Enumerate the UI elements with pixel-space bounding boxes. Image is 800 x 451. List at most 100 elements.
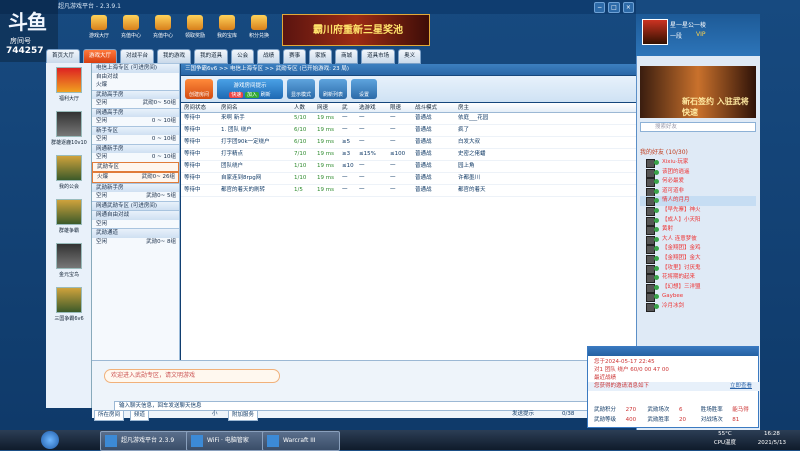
top-icon-3[interactable]: 领取奖励 xyxy=(180,14,210,44)
table-row[interactable]: 等待中 自家连到8rpg网 1/10 19 ms 一 一 一 普通战 许都墨川 xyxy=(181,173,636,185)
tab-10[interactable]: 道具市场 xyxy=(361,49,396,64)
create-room-button[interactable]: 创建房间 xyxy=(185,79,213,99)
refresh-list-button[interactable]: 刷新列表 xyxy=(319,79,347,99)
tree-node[interactable]: 武勋新手房 xyxy=(92,182,179,192)
left-app-5[interactable]: 三国争霸6v6 xyxy=(46,287,92,327)
tree-node[interactable]: 空闲 武勋0~ 50组 xyxy=(92,99,179,108)
tree-node[interactable]: 武勋高手房 xyxy=(92,89,179,99)
tree-node[interactable]: 网通武勋专区 (可进房间) xyxy=(92,200,179,210)
friend-search-input[interactable]: 搜索好友 xyxy=(640,122,756,132)
taskbar-item[interactable]: Warcraft III xyxy=(262,431,340,451)
table-row[interactable]: 等待中 都官的着天的刷转 1/5 19 ms 一 一 一 普通战 都官的着天 xyxy=(181,185,636,197)
tree-node[interactable]: 空闲 0 ~ 10组 xyxy=(92,153,179,162)
column-header[interactable]: 武 xyxy=(339,103,356,112)
tree-node[interactable]: 空闲 xyxy=(92,220,179,229)
start-button[interactable] xyxy=(41,431,59,449)
top-banner[interactable]: 霸川府重新三星奖池 xyxy=(282,14,430,46)
top-icon-1[interactable]: 充值中心 xyxy=(116,14,146,44)
left-app-0[interactable]: 福利大厅 xyxy=(46,67,92,107)
channel-select[interactable]: 频道 xyxy=(130,410,150,421)
friend-item[interactable]: 【金翔团】金鸡 xyxy=(640,244,756,255)
friend-item[interactable]: 【金翔团】金大 xyxy=(640,254,756,264)
font-size-select[interactable]: 小 xyxy=(212,410,218,419)
table-row[interactable]: 等待中 来啊 新手 5/10 19 ms 一 一 一 普通战 依庭___花园 xyxy=(181,113,636,125)
friend-item[interactable]: 冷月冰剑 xyxy=(640,302,756,312)
table-row[interactable]: 等待中 打字精点 7/10 19 ms ≥3 ≤15% ≤100 普通战 史密之佬蟠 xyxy=(181,149,636,161)
tab-1[interactable]: 游戏大厅 xyxy=(83,49,118,64)
send-hint-checkbox[interactable]: 发送提示 xyxy=(512,410,534,419)
column-header[interactable]: 房间名 xyxy=(218,103,291,112)
settings-button[interactable]: 设置 xyxy=(351,79,377,99)
top-icon-2[interactable]: 充值中心 xyxy=(148,14,178,44)
column-header[interactable]: 网速 xyxy=(314,103,339,112)
close-icon[interactable]: × xyxy=(622,2,634,13)
scope-select[interactable]: 所在房间 xyxy=(94,410,125,421)
friend-item[interactable]: 花将期的起来 xyxy=(640,273,756,284)
tree-node[interactable]: 网通自由对战 xyxy=(92,210,179,220)
tree-node[interactable]: 自由对战 xyxy=(92,73,179,82)
friend-item[interactable]: 大人 连意梦彼 xyxy=(640,235,756,245)
minimize-icon[interactable]: − xyxy=(594,2,606,13)
column-header[interactable]: 选游戏 xyxy=(356,103,387,112)
friend-item[interactable]: 道可道非 xyxy=(640,187,756,197)
top-icon-5[interactable]: 积分兑换 xyxy=(244,14,274,44)
tree-node[interactable]: 空闲 0 ~ 10组 xyxy=(92,135,179,144)
friend-item[interactable]: Xixiu·玩家 xyxy=(640,158,756,168)
tree-node[interactable]: 电信上海专区 (可进房间) xyxy=(92,63,179,73)
tree-node[interactable]: 空闲 武勋0~ 5组 xyxy=(92,192,179,201)
friend-item[interactable]: 情人的月月 xyxy=(640,196,756,207)
tab-0[interactable]: 首页大厅 xyxy=(46,49,81,64)
tab-9[interactable]: 商城 xyxy=(335,49,359,64)
tree-node[interactable]: 空闲 0 ~ 10组 xyxy=(92,117,179,126)
table-row[interactable]: 等待中 团队绕户 1/10 19 ms ≤10 一 一 普通战 园上角 xyxy=(181,161,636,173)
friend-name: 【成人】小天阳 xyxy=(662,216,701,223)
table-cell: 19 ms xyxy=(317,187,334,193)
tab-5[interactable]: 公会 xyxy=(231,49,255,64)
column-header[interactable]: 房主 xyxy=(455,103,518,112)
tab-7[interactable]: 赛事 xyxy=(283,49,307,64)
tree-node[interactable]: 新手专区 xyxy=(92,125,179,135)
friends-header[interactable]: 我的好友 (10/30) xyxy=(640,148,756,157)
popup-stat-cell: 6 xyxy=(678,407,683,413)
left-app-3[interactable]: 群雄争霸 xyxy=(46,199,92,239)
friend-item[interactable]: 【成人】小天阳 xyxy=(640,216,756,226)
tab-4[interactable]: 我的道具 xyxy=(194,49,229,64)
tree-node[interactable]: 空闲 武勋0~ 8组 xyxy=(92,238,179,247)
top-icon-4[interactable]: 我的宝库 xyxy=(212,14,242,44)
quick-join-button[interactable]: 游戏房间提示 快速 加入 刷新 xyxy=(217,79,283,99)
friend-item[interactable]: 【攻里】讨厌鬼 xyxy=(640,264,756,274)
tab-3[interactable]: 我的游戏 xyxy=(157,49,192,64)
column-header[interactable]: 限速 xyxy=(387,103,412,112)
tab-6[interactable]: 战绩 xyxy=(257,49,281,64)
table-row[interactable]: 等待中 1. 团队 绕户 6/10 19 ms 一 一 一 普通战 疯了 xyxy=(181,125,636,137)
left-app-4[interactable]: 金元宝鸟 xyxy=(46,243,92,283)
left-app-2[interactable]: 我的公会 xyxy=(46,155,92,195)
tree-node[interactable]: 网通新手房 xyxy=(92,143,179,153)
friend-item[interactable]: Gaybee xyxy=(640,292,756,303)
tab-11[interactable]: 奥义 xyxy=(398,49,422,64)
extra-service-select[interactable]: 附加服务 xyxy=(228,410,259,421)
tree-node[interactable]: 武勋专区 xyxy=(92,161,179,172)
left-app-1[interactable]: 群雄逐鹿10v10 xyxy=(46,111,92,151)
tree-node[interactable]: 火爆 武勋0~ 26组 xyxy=(92,172,179,183)
column-header[interactable]: 人数 xyxy=(291,103,314,112)
top-icon-0[interactable]: 游戏大厅 xyxy=(84,14,114,44)
promo-ad[interactable]: 新石签约 入驻武将快速 xyxy=(640,66,756,118)
tree-node[interactable]: 火爆 xyxy=(92,81,179,90)
friend-item[interactable]: 何必最爱 xyxy=(640,177,756,188)
friend-item[interactable]: 黄射 xyxy=(640,225,756,236)
maximize-icon[interactable]: □ xyxy=(608,2,620,13)
tab-8[interactable]: 家族 xyxy=(309,49,333,64)
tree-node[interactable]: 武勋通道 xyxy=(92,228,179,238)
tree-node[interactable]: 网通高手房 xyxy=(92,107,179,117)
friend-item[interactable]: 该团的逍遥 xyxy=(640,168,756,178)
friend-item[interactable]: 【幻想】三洋盟 xyxy=(640,283,756,293)
column-header[interactable]: 战斗模式 xyxy=(412,103,455,112)
popup-link[interactable]: 立即查看 xyxy=(730,382,752,391)
table-row[interactable]: 等待中 打字团90k一定绕户 6/10 19 ms ≥5 一 一 普通战 白发大叔 xyxy=(181,137,636,149)
tab-2[interactable]: 对战平台 xyxy=(120,49,155,64)
avatar[interactable] xyxy=(642,19,668,45)
column-header[interactable]: 房间状态 xyxy=(181,103,218,112)
display-mode-button[interactable]: 显示模式 xyxy=(287,79,315,99)
friend-item[interactable]: 【早先寨】神火 xyxy=(640,206,756,216)
